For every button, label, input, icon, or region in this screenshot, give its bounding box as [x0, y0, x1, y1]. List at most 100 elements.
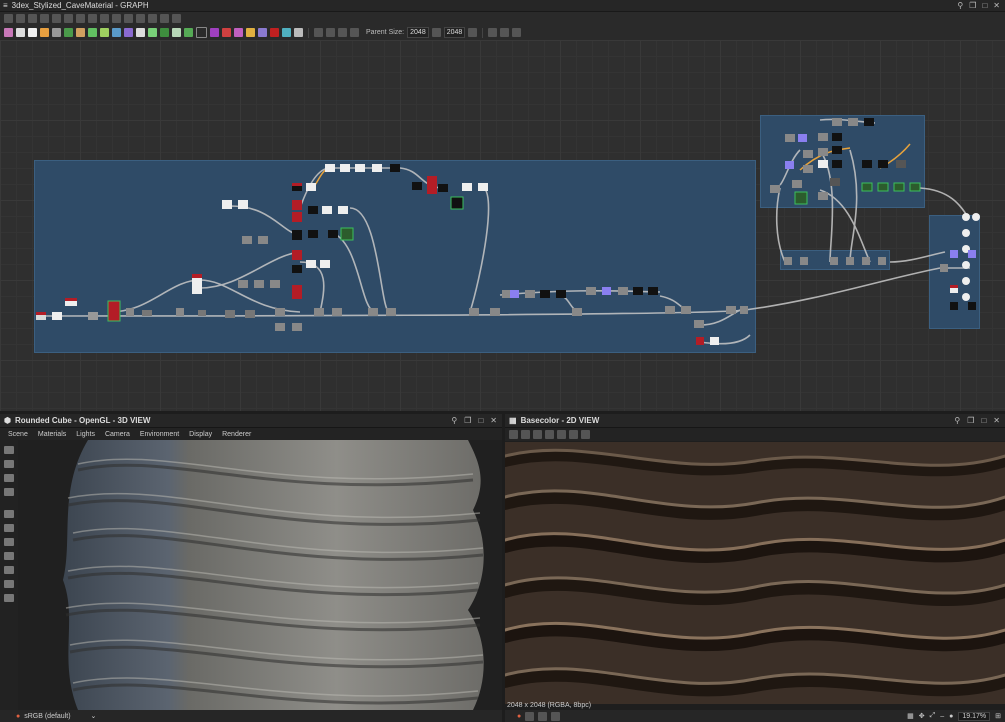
- graph-menu-icon[interactable]: ≡: [3, 1, 8, 10]
- axis-icon[interactable]: [4, 524, 14, 532]
- node-grayscale-icon[interactable]: [282, 28, 291, 37]
- restore-icon[interactable]: ❐: [967, 416, 974, 425]
- move-icon[interactable]: ✥: [919, 712, 925, 720]
- node-fn-icon[interactable]: [294, 28, 303, 37]
- frame-all-icon[interactable]: [4, 14, 13, 23]
- align-icon[interactable]: [100, 14, 109, 23]
- zoom-out-icon[interactable]: –: [940, 713, 944, 720]
- light-icon[interactable]: [4, 460, 14, 468]
- frame-node-icon[interactable]: [338, 28, 347, 37]
- restore-icon[interactable]: ❐: [464, 416, 471, 425]
- graph-canvas[interactable]: [0, 40, 1005, 411]
- menu-scene[interactable]: Scene: [8, 431, 28, 438]
- restore-icon[interactable]: ❐: [969, 1, 976, 10]
- node-output-icon[interactable]: [222, 28, 231, 37]
- node-warp-icon[interactable]: [148, 28, 157, 37]
- pin-icon[interactable]: ⚲: [451, 416, 457, 425]
- node-shape-icon[interactable]: [258, 28, 267, 37]
- layout-icon[interactable]: [76, 14, 85, 23]
- node-levels2-icon[interactable]: [270, 28, 279, 37]
- menu-materials[interactable]: Materials: [38, 431, 66, 438]
- dots-icon[interactable]: [488, 28, 498, 37]
- zoom-value[interactable]: 19.17%: [958, 711, 991, 721]
- node-text-icon[interactable]: [246, 28, 255, 37]
- screenshot-icon[interactable]: [4, 488, 14, 496]
- bake-icon[interactable]: [512, 28, 522, 37]
- node-distance-icon[interactable]: [184, 28, 193, 37]
- connect-icon[interactable]: [112, 14, 121, 23]
- menu-lights[interactable]: Lights: [76, 431, 95, 438]
- menu-camera[interactable]: Camera: [105, 431, 130, 438]
- colorspace-dropdown[interactable]: sRGB (default): [24, 713, 70, 720]
- dot-node-icon[interactable]: [350, 28, 359, 37]
- tools-icon[interactable]: [136, 14, 145, 23]
- info-icon[interactable]: [40, 14, 49, 23]
- channels-icon[interactable]: [545, 430, 554, 439]
- size-dropdown[interactable]: 2048: [443, 27, 466, 38]
- flow-icon[interactable]: [500, 28, 510, 37]
- refresh-icon[interactable]: [124, 14, 133, 23]
- chevron-down-icon[interactable]: ⌄: [91, 712, 97, 720]
- tangent-icon[interactable]: [4, 580, 14, 588]
- grid-icon[interactable]: ▦: [907, 712, 914, 720]
- stats-icon[interactable]: [4, 594, 14, 602]
- node-normal-icon[interactable]: [160, 28, 169, 37]
- fit-view-icon[interactable]: ⊞: [995, 712, 1001, 720]
- reset-icon[interactable]: [468, 28, 478, 37]
- node-emboss-icon[interactable]: [172, 28, 181, 37]
- node-uniform-icon[interactable]: [28, 28, 37, 37]
- fit-icon[interactable]: [509, 430, 518, 439]
- node-blend-icon[interactable]: [88, 28, 97, 37]
- node-bitmap-icon[interactable]: [4, 28, 13, 37]
- grid-toggle-icon[interactable]: [4, 510, 14, 518]
- environment-icon[interactable]: [4, 474, 14, 482]
- close-icon[interactable]: ✕: [993, 416, 1000, 425]
- wireframe-icon[interactable]: [4, 552, 14, 560]
- uv-icon[interactable]: [557, 430, 566, 439]
- copy-icon[interactable]: [533, 430, 542, 439]
- node-pixel-icon[interactable]: [210, 28, 219, 37]
- 2d-texture-viewport[interactable]: [505, 442, 1005, 704]
- view-mode-icon[interactable]: [551, 711, 561, 721]
- search-icon[interactable]: [52, 14, 61, 23]
- close-icon[interactable]: ✕: [993, 1, 1000, 10]
- maximize-icon[interactable]: □: [478, 416, 483, 425]
- node-graph[interactable]: [0, 40, 1005, 411]
- close-icon[interactable]: ✕: [490, 416, 497, 425]
- save-icon[interactable]: [521, 430, 530, 439]
- video-icon[interactable]: [4, 446, 14, 454]
- parent-size-dropdown[interactable]: 2048: [407, 27, 429, 38]
- camera-icon[interactable]: [28, 14, 37, 23]
- maximize-icon[interactable]: □: [982, 1, 987, 10]
- maximize-icon[interactable]: □: [981, 416, 986, 425]
- menu-environment[interactable]: Environment: [140, 431, 179, 438]
- checker-icon[interactable]: [525, 711, 535, 721]
- node-svg-icon[interactable]: [16, 28, 25, 37]
- node-transform-icon[interactable]: [76, 28, 85, 37]
- fullscreen-icon[interactable]: ⤢: [930, 712, 936, 720]
- link-size-icon[interactable]: [431, 28, 441, 37]
- pin-icon[interactable]: ⚲: [957, 1, 963, 10]
- frame-selected-icon[interactable]: [16, 14, 25, 23]
- node-fx-icon[interactable]: [196, 27, 207, 38]
- cube-mesh-icon[interactable]: [4, 538, 14, 546]
- histogram-icon[interactable]: [581, 430, 590, 439]
- pin-node-icon[interactable]: [326, 28, 335, 37]
- node-input-icon[interactable]: [234, 28, 243, 37]
- layers-icon[interactable]: [4, 566, 14, 574]
- grid-icon[interactable]: [88, 14, 97, 23]
- export-icon[interactable]: [148, 14, 157, 23]
- menu-display[interactable]: Display: [189, 431, 212, 438]
- menu-renderer[interactable]: Renderer: [222, 431, 251, 438]
- frame-icon[interactable]: [172, 14, 181, 23]
- publish-icon[interactable]: [160, 14, 169, 23]
- node-tile-icon[interactable]: [136, 28, 145, 37]
- tiling-icon[interactable]: [538, 711, 548, 721]
- pin-icon[interactable]: ⚲: [954, 416, 960, 425]
- node-gradient-icon[interactable]: [64, 28, 73, 37]
- info-icon[interactable]: [569, 430, 578, 439]
- node-hsl-icon[interactable]: [124, 28, 133, 37]
- zoom-slider-dot-icon[interactable]: ●: [949, 713, 953, 720]
- node-levels-icon[interactable]: [100, 28, 109, 37]
- node-fill-icon[interactable]: [40, 28, 49, 37]
